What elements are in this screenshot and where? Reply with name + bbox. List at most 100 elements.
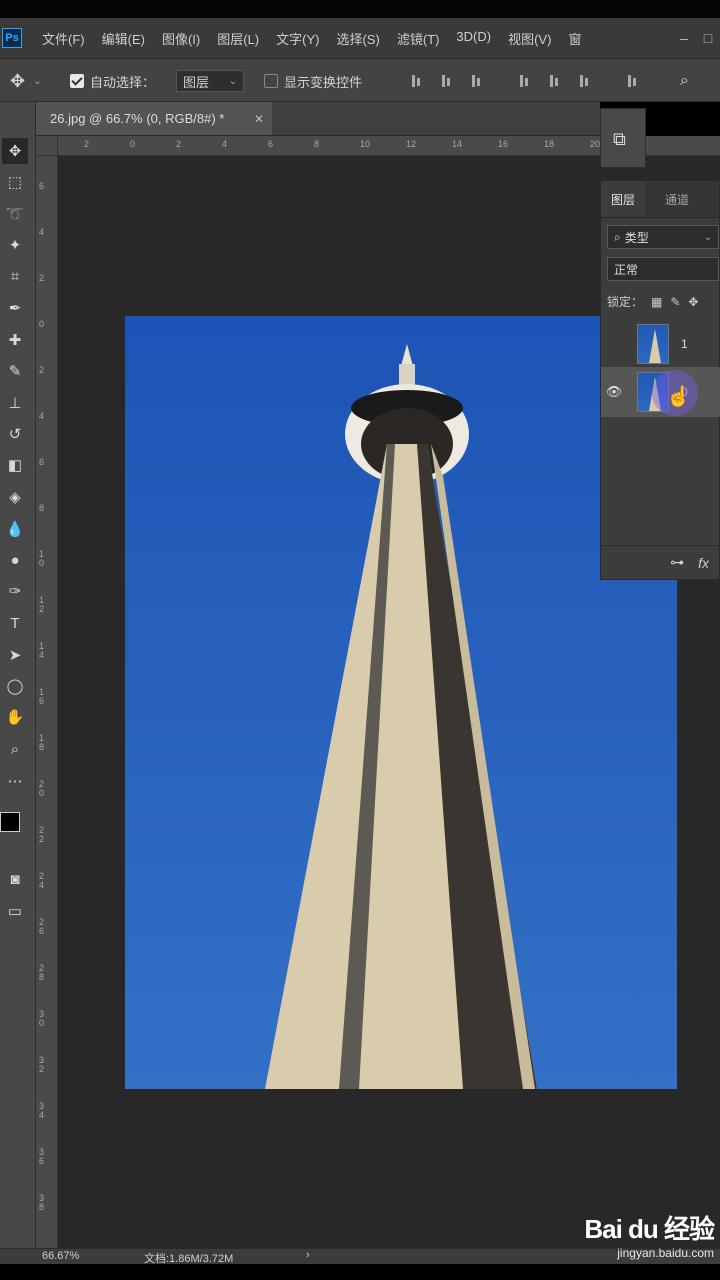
stamp-tool-icon[interactable]: ⊥	[2, 390, 28, 416]
ruler-tick-label: 12	[39, 595, 45, 614]
menu-item[interactable]: 滤镜(T)	[397, 29, 440, 48]
ruler-tick-label: 8	[314, 139, 320, 149]
align-top-icon[interactable]	[410, 73, 424, 89]
ruler-tick-label: 10	[39, 549, 45, 568]
auto-select-target-value: 图层	[183, 74, 210, 90]
align-hcenter-icon[interactable]	[548, 73, 562, 89]
tab-layers[interactable]: 图层	[601, 181, 646, 217]
zoom-level[interactable]: 66.67%	[42, 1250, 79, 1262]
brush-tool-icon[interactable]: ✎	[2, 358, 28, 384]
align-bottom-icon[interactable]	[470, 73, 484, 89]
document-tab[interactable]: 26.jpg @ 66.7% (0, RGB/8#) * ✕	[36, 102, 272, 135]
ruler-tick-label: 34	[39, 1101, 45, 1120]
healing-brush-tool-icon[interactable]: ✚	[2, 327, 28, 353]
auto-select-label: 自动选择：	[90, 74, 156, 90]
pen-tool-icon[interactable]: ✑	[2, 578, 28, 604]
menu-item[interactable]: 选择(S)	[336, 29, 379, 48]
lock-pixels-icon[interactable]: ✎	[670, 295, 680, 309]
tools-panel: ✥ ⬚ ➰ ✦ ⌗ ✒ ✚ ✎ ⊥ ↺ ◧ ◈ 💧 ● ✑ T ➤ ◯ ✋ ⌕ …	[0, 102, 36, 1248]
ruler-tick-label: 28	[39, 963, 45, 982]
eyedropper-tool-icon[interactable]: ✒	[2, 295, 28, 321]
lock-position-icon[interactable]: ✥	[688, 295, 698, 309]
close-icon[interactable]: ✕	[254, 112, 264, 126]
distribute-icon[interactable]	[626, 73, 640, 89]
auto-select-dropdown[interactable]: 图层 ⌄	[176, 70, 244, 92]
ruler-tick-label: 2	[39, 273, 45, 283]
layer-filter-value: 类型	[624, 230, 649, 245]
minimize-button[interactable]: –	[672, 30, 696, 46]
more-tools-icon[interactable]: ⋯	[2, 768, 28, 794]
document-image[interactable]	[125, 316, 677, 1089]
menu-item[interactable]: 视图(V)	[508, 29, 551, 48]
history-panel-collapsed[interactable]: ⧉	[600, 108, 646, 168]
ruler-tick-label: 22	[39, 825, 45, 844]
layer-filter-dropdown[interactable]: ⌕ 类型 ⌄	[607, 225, 719, 249]
ruler-tick-label: 6	[268, 139, 274, 149]
layer-name[interactable]: 1	[681, 337, 688, 351]
lock-transparency-icon[interactable]: ▦	[651, 295, 662, 309]
move-tool-options[interactable]: ✥ ⌄	[10, 59, 41, 103]
menu-item[interactable]: 文件(F)	[42, 29, 85, 48]
layer-row[interactable]: 1	[601, 319, 720, 369]
zoom-tool-icon[interactable]: ⌕	[2, 736, 28, 762]
gradient-tool-icon[interactable]: ◈	[2, 484, 28, 510]
eye-icon[interactable]: 👁	[601, 384, 627, 400]
quick-mask-icon[interactable]: ◙	[2, 866, 28, 892]
align-vcenter-icon[interactable]	[440, 73, 454, 89]
ruler-tick-label: 18	[39, 733, 45, 752]
fx-icon[interactable]: fx	[698, 555, 709, 571]
status-menu-arrow[interactable]: ›	[306, 1249, 310, 1261]
ruler-tick-label: 38	[39, 1193, 45, 1212]
link-icon[interactable]: ⊶	[670, 554, 684, 571]
marquee-tool-icon[interactable]: ⬚	[2, 169, 28, 195]
history-brush-tool-icon[interactable]: ↺	[2, 421, 28, 447]
auto-select-option[interactable]: 自动选择：	[70, 59, 155, 103]
tab-channels[interactable]: 通道	[665, 181, 689, 217]
crop-tool-icon[interactable]: ⌗	[2, 263, 28, 289]
chevron-down-icon: ⌄	[33, 75, 42, 87]
show-transform-option[interactable]: 显示变换控件	[264, 59, 362, 103]
align-left-icon[interactable]	[518, 73, 532, 89]
blur-tool-icon[interactable]: 💧	[2, 516, 28, 542]
ruler-tick-label: 0	[39, 319, 45, 329]
ruler-tick-label: 24	[39, 871, 45, 890]
menu-item[interactable]: 文字(Y)	[276, 29, 319, 48]
layer-thumbnail	[637, 324, 669, 364]
vertical-ruler: 6 4 2 0 2 4 6 8 10 12 14 16 18 20 22 24 26 28 30 32 34 36 38	[36, 156, 58, 1248]
path-selection-tool-icon[interactable]: ➤	[2, 642, 28, 668]
ruler-tick-label: 26	[39, 917, 45, 936]
menu-item[interactable]: 3D(D)	[456, 29, 491, 48]
magic-wand-tool-icon[interactable]: ✦	[2, 232, 28, 258]
hand-tool-icon[interactable]: ✋	[2, 704, 28, 730]
maximize-button[interactable]: □	[696, 30, 720, 46]
menu-item[interactable]: 窗	[568, 29, 581, 48]
ellipse-tool-icon[interactable]: ◯	[2, 673, 28, 699]
ruler-tick-label: 14	[39, 641, 45, 660]
ruler-tick-label: 12	[406, 139, 417, 149]
menu-item[interactable]: 编辑(E)	[102, 29, 145, 48]
search-icon: ⌕	[614, 229, 621, 244]
ruler-tick-label: 10	[360, 139, 371, 149]
screen-mode-icon[interactable]: ▭	[2, 898, 28, 924]
eraser-tool-icon[interactable]: ◧	[2, 452, 28, 478]
align-right-icon[interactable]	[578, 73, 592, 89]
photoshop-logo-icon: Ps	[2, 28, 22, 48]
chevron-down-icon: ⌄	[703, 231, 712, 243]
auto-select-checkbox[interactable]	[70, 74, 84, 88]
menu-item[interactable]: 图层(L)	[217, 29, 259, 48]
ruler-tick-label: 16	[498, 139, 509, 149]
top-letterbox	[0, 0, 720, 18]
foreground-color-swatch[interactable]	[0, 812, 20, 832]
ruler-tick-label: 2	[84, 139, 90, 149]
dodge-tool-icon[interactable]: ●	[2, 547, 28, 573]
move-tool-icon[interactable]: ✥	[2, 138, 28, 164]
show-transform-label: 显示变换控件	[284, 74, 363, 90]
auto-select-target[interactable]: 图层 ⌄	[176, 59, 244, 103]
blend-mode-dropdown[interactable]: 正常	[607, 257, 719, 281]
ruler-tick-label: 20	[39, 779, 45, 798]
show-transform-checkbox[interactable]	[264, 74, 278, 88]
search-button[interactable]: ⌕	[680, 59, 689, 103]
menu-item[interactable]: 图像(I)	[162, 29, 200, 48]
type-tool-icon[interactable]: T	[2, 610, 28, 636]
lasso-tool-icon[interactable]: ➰	[2, 201, 28, 227]
